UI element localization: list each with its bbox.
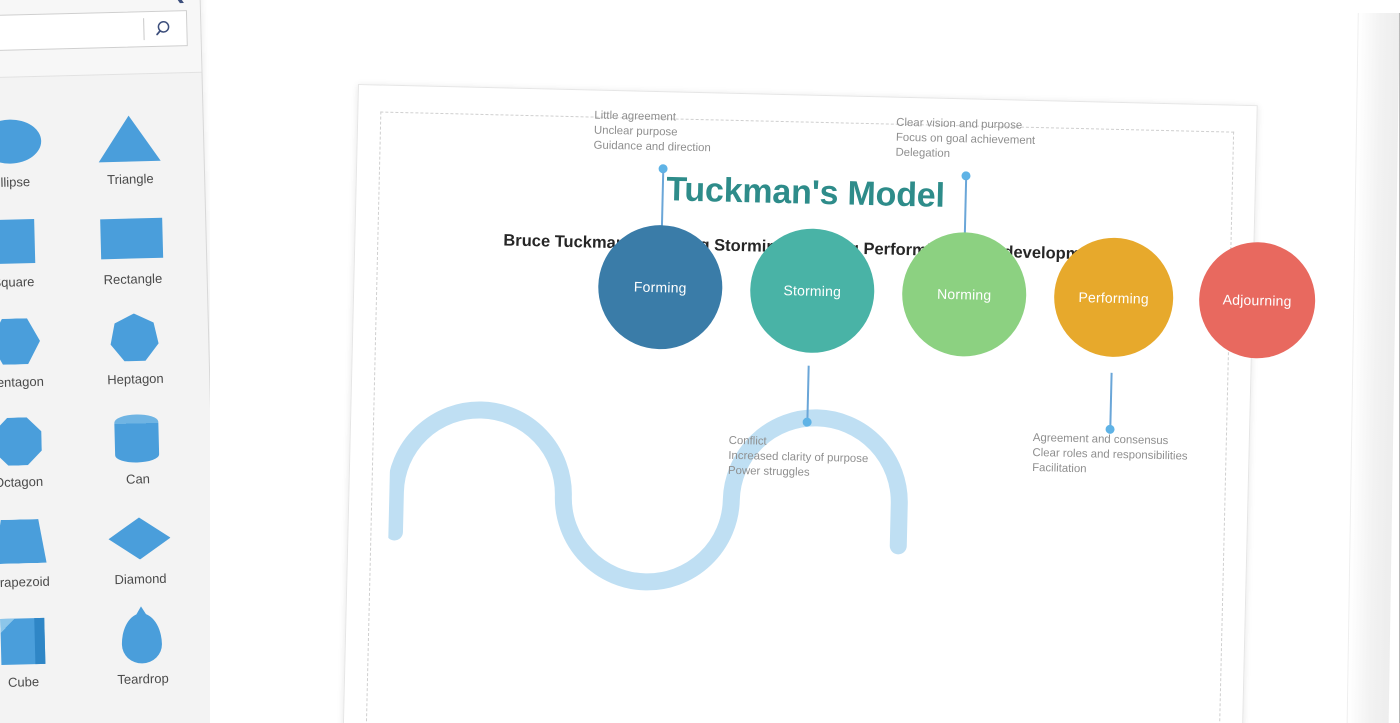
shape-item-trapezoid[interactable]: Trapezoid bbox=[0, 502, 77, 591]
triangle-icon bbox=[73, 110, 186, 167]
shape-item-square[interactable]: Square bbox=[0, 202, 69, 291]
stage-label: Storming bbox=[783, 282, 842, 300]
teardrop-icon bbox=[86, 610, 199, 667]
heptagon-icon bbox=[78, 310, 191, 367]
square-icon bbox=[0, 213, 69, 270]
stage-circle-adjourning[interactable]: Adjourning bbox=[1197, 240, 1317, 360]
trapezoid-icon bbox=[0, 513, 76, 570]
stage-label: Forming bbox=[633, 278, 687, 296]
stage-label: Performing bbox=[1078, 288, 1150, 307]
note-norming: Clear vision and purpose Focus on goal a… bbox=[895, 116, 1036, 161]
stage-circle-norming[interactable]: Norming bbox=[900, 230, 1028, 358]
shape-item-pentagon[interactable]: Pentagon bbox=[0, 302, 72, 391]
connector-line bbox=[963, 179, 967, 236]
shape-item-ellipse[interactable]: Ellipse bbox=[0, 102, 67, 191]
shapes-panel: ❮ Ellipse bbox=[0, 0, 220, 723]
hexagon-icon bbox=[0, 313, 71, 370]
chevron-left-icon[interactable]: ❮ bbox=[173, 0, 186, 3]
shape-label: Ellipse bbox=[0, 174, 31, 191]
shape-item-rectangle[interactable]: Rectangle bbox=[75, 199, 189, 288]
shape-label: Trapezoid bbox=[0, 573, 50, 591]
shape-item-cube[interactable]: Cube bbox=[0, 602, 80, 691]
stage-circle-performing[interactable]: Performing bbox=[1052, 236, 1175, 359]
rectangle-icon bbox=[76, 210, 189, 267]
shapes-grid: Ellipse Triangle Square Rectangle Pentag bbox=[0, 75, 217, 692]
shape-label: Diamond bbox=[114, 570, 167, 588]
app-window: ❮ Ellipse bbox=[0, 0, 1400, 723]
connector-storming bbox=[801, 365, 814, 428]
search-icon[interactable] bbox=[144, 11, 187, 46]
note-storming: Conflict Increased clarity of purpose Po… bbox=[727, 434, 869, 479]
connector-forming bbox=[656, 164, 670, 229]
tuckman-diagram: Forming Storming Norming Performing Adjo… bbox=[342, 85, 1317, 723]
connector-line bbox=[1109, 372, 1113, 427]
diamond-icon bbox=[83, 510, 196, 567]
shape-label: Rectangle bbox=[103, 270, 163, 288]
shape-item-heptagon[interactable]: Heptagon bbox=[78, 299, 192, 388]
octagon-icon bbox=[0, 413, 74, 470]
search-input[interactable] bbox=[0, 12, 144, 51]
stage-label: Norming bbox=[936, 285, 992, 303]
shape-item-octagon[interactable]: Octagon bbox=[0, 402, 74, 491]
shape-search-box[interactable] bbox=[0, 10, 188, 53]
window-top-strip bbox=[1320, 0, 1400, 13]
connector-line bbox=[660, 172, 664, 229]
shape-label: Teardrop bbox=[117, 670, 169, 688]
canvas-area[interactable]: Tuckman's Model Bruce Tuckman's Forming … bbox=[210, 0, 1400, 723]
shapes-panel-header: ❮ bbox=[0, 0, 202, 80]
shape-label: Can bbox=[125, 471, 151, 487]
connector-norming bbox=[959, 171, 973, 236]
wave-ribbon bbox=[387, 401, 908, 591]
note-forming: Little agreement Unclear purpose Guidanc… bbox=[593, 109, 711, 155]
stage-circle-storming[interactable]: Storming bbox=[748, 227, 876, 355]
note-performing: Agreement and consensus Clear roles and … bbox=[1031, 431, 1188, 476]
cube-icon bbox=[0, 613, 79, 670]
connector-performing bbox=[1104, 372, 1117, 435]
shape-label: Triangle bbox=[106, 170, 154, 188]
shape-label: Square bbox=[0, 274, 35, 291]
can-icon bbox=[81, 410, 194, 467]
shape-label: Octagon bbox=[0, 473, 44, 491]
shape-label: Pentagon bbox=[0, 373, 45, 391]
stage-circle-forming[interactable]: Forming bbox=[596, 223, 724, 351]
shape-label: Cube bbox=[7, 674, 40, 690]
shape-item-triangle[interactable]: Triangle bbox=[73, 99, 187, 188]
slide-content: Tuckman's Model Bruce Tuckman's Forming … bbox=[342, 85, 1317, 723]
connector-line bbox=[806, 365, 810, 420]
shape-item-diamond[interactable]: Diamond bbox=[83, 499, 197, 588]
connector-dot bbox=[802, 417, 812, 427]
shape-label: Heptagon bbox=[107, 370, 164, 388]
stage-label: Adjourning bbox=[1222, 291, 1292, 310]
slide-page[interactable]: Tuckman's Model Bruce Tuckman's Forming … bbox=[341, 84, 1317, 723]
shape-item-can[interactable]: Can bbox=[80, 399, 194, 488]
shape-item-teardrop[interactable]: Teardrop bbox=[85, 599, 199, 688]
ellipse-icon bbox=[0, 113, 66, 170]
